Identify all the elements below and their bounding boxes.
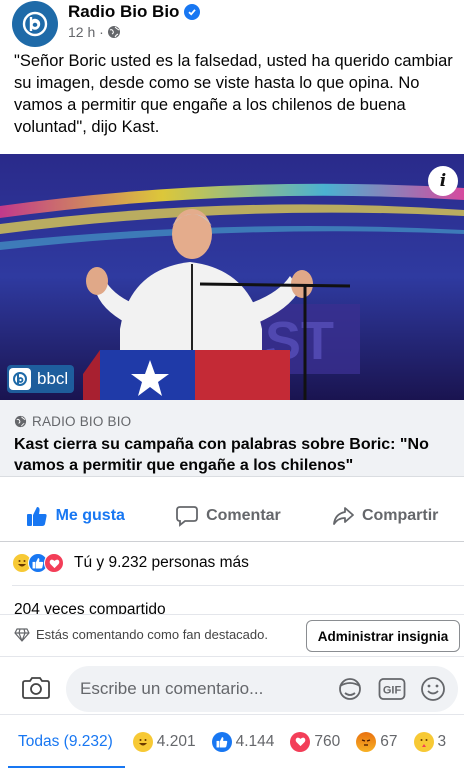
comment-composer: Escribe un comentario... GIF [0, 656, 464, 714]
reaction-icons [12, 553, 64, 573]
comment-button[interactable]: Comentar [176, 505, 281, 527]
avatar-sticker-icon[interactable] [336, 676, 364, 702]
bbcl-text: bbcl [37, 369, 69, 388]
angry-icon [356, 731, 377, 752]
tab-care-count[interactable]: 3 [438, 733, 447, 751]
like-reaction-icon [211, 731, 232, 752]
info-icon[interactable]: i [428, 166, 458, 196]
tab-angry-count[interactable]: 67 [380, 733, 397, 751]
share-icon [333, 506, 354, 525]
reactions-summary-text[interactable]: Tú y 9.232 personas más [74, 554, 249, 572]
care-icon [413, 731, 434, 752]
bbcl-logo-icon [9, 368, 31, 390]
comment-input[interactable]: Escribe un comentario... GIF [66, 666, 458, 712]
tab-all[interactable]: Todas (9.232) [0, 715, 125, 768]
composer-icons: GIF [336, 676, 446, 702]
tab-love[interactable]: 760 [282, 715, 348, 768]
link-title[interactable]: Kast cierra su campaña con palabras sobr… [14, 434, 454, 476]
fan-text: Estás comentando como fan destacado. [36, 627, 268, 642]
divider [12, 585, 464, 586]
share-button[interactable]: Compartir [332, 505, 438, 527]
action-bar: Me gusta Comentar Compartir [0, 490, 464, 542]
tab-haha[interactable]: 4.201 [125, 715, 204, 768]
gif-icon[interactable]: GIF [378, 677, 406, 701]
tab-haha-count[interactable]: 4.201 [157, 733, 196, 751]
reactions-summary[interactable]: Tú y 9.232 personas más [12, 552, 249, 574]
post-meta: 12 h · [68, 24, 121, 40]
love-icon [290, 731, 311, 752]
post-time[interactable]: 12 h · [68, 24, 104, 40]
biobio-logo-icon [22, 11, 48, 37]
tab-all-label[interactable]: Todas (9.232) [18, 733, 113, 751]
link-preview[interactable]: RADIO BIO BIO Kast cierra su campaña con… [0, 400, 464, 477]
thumbs-up-icon [26, 506, 47, 526]
fan-text-wrap: Estás comentando como fan destacado. [14, 627, 268, 642]
tab-angry[interactable]: 67 [348, 715, 405, 768]
page-avatar[interactable] [12, 1, 58, 47]
manage-badge-button[interactable]: Administrar insignia [306, 620, 460, 652]
post-text: "Señor Boric usted es la falsedad, usted… [14, 52, 453, 136]
camera-icon[interactable] [22, 675, 50, 699]
bbcl-watermark: bbcl [7, 365, 75, 393]
reaction-tabs: Todas (9.232) 4.201 4.144 760 67 3 [0, 714, 464, 768]
comment-placeholder[interactable]: Escribe un comentario... [80, 679, 263, 699]
globe-icon [107, 26, 120, 38]
fan-badge-row: Estás comentando como fan destacado. Adm… [0, 614, 464, 656]
love-icon [44, 553, 64, 573]
haha-icon [132, 731, 153, 752]
tab-like-count[interactable]: 4.144 [236, 733, 275, 751]
like-label[interactable]: Me gusta [56, 507, 125, 525]
comment-icon [176, 505, 198, 527]
tab-like[interactable]: 4.144 [204, 715, 283, 768]
post-header: Radio Bio Bio 12 h · [0, 0, 464, 47]
verified-badge-icon [184, 4, 201, 20]
tab-care[interactable]: 3 [406, 715, 455, 768]
emoji-icon[interactable] [420, 676, 446, 702]
link-source: RADIO BIO BIO [14, 414, 131, 429]
diamond-icon [14, 627, 30, 642]
tab-love-count[interactable]: 760 [314, 733, 340, 751]
candidate-speech-photo: ST [0, 154, 464, 400]
comment-label[interactable]: Comentar [206, 507, 281, 525]
shares-count[interactable]: 204 veces compartido [14, 599, 166, 614]
post-image[interactable]: ST i [0, 154, 464, 400]
page-name[interactable]: Radio Bio Bio [68, 2, 201, 22]
share-label[interactable]: Compartir [362, 507, 438, 525]
link-source-text: RADIO BIO BIO [32, 414, 132, 429]
like-button[interactable]: Me gusta [26, 505, 125, 527]
gif-label: GIF [383, 685, 402, 697]
globe-icon [14, 415, 27, 428]
page-name-text[interactable]: Radio Bio Bio [68, 2, 179, 22]
